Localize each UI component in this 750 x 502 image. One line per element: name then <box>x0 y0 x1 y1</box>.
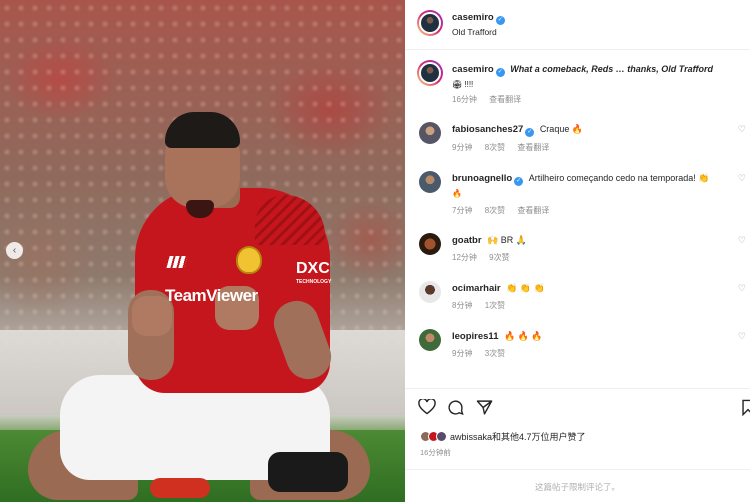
player-hair <box>165 112 240 148</box>
caption-username[interactable]: casemiro <box>452 64 494 75</box>
comment-text: Craque 🔥 <box>539 124 584 134</box>
comment-likes[interactable]: 3次赞 <box>485 349 505 358</box>
comment-like-icon[interactable]: ♡ <box>738 235 746 246</box>
adidas-logo-icon <box>166 256 188 268</box>
comment-username[interactable]: leopires11 <box>452 331 498 342</box>
comment-text: Artilheiro começando cedo na temporada! … <box>528 173 710 183</box>
comment-meta: 12分钟 9次赞 <box>452 252 520 263</box>
commenter-avatar[interactable] <box>419 233 441 255</box>
comment-likes[interactable]: 1次赞 <box>485 301 505 310</box>
like-heart-icon[interactable] <box>418 399 436 415</box>
player-sock <box>268 452 348 492</box>
caption-time[interactable]: 16分钟 <box>452 95 477 104</box>
comment-text: 👏 👏 👏 <box>506 283 545 293</box>
commenter-avatar[interactable] <box>419 171 441 193</box>
comment-username[interactable]: brunoagnello <box>452 173 512 184</box>
author-username[interactable]: casemiro <box>452 12 494 23</box>
verified-badge-icon: ✓ <box>495 16 505 25</box>
likes-text: awbissaka和其他4.7万位用户赞了 <box>450 432 586 442</box>
post-header: casemiro ✓ Old Trafford <box>405 0 750 50</box>
post-actions: awbissaka和其他4.7万位用户赞了 16分钟前 这篇帖子限制评论了。 <box>405 388 750 502</box>
comment-like-icon[interactable]: ♡ <box>738 331 746 342</box>
comment-likes[interactable]: 8次赞 <box>485 143 505 152</box>
comment-text-block: fabiosanches27 ✓ Craque 🔥 <box>452 122 742 137</box>
likes-summary[interactable]: awbissaka和其他4.7万位用户赞了 <box>420 430 586 443</box>
club-crest-icon <box>236 246 262 274</box>
liker-avatar <box>436 431 447 442</box>
post-photo[interactable]: TeamViewer DXC TECHNOLOGY ‹ <box>0 0 405 502</box>
comment-likes[interactable]: 9次赞 <box>489 253 509 262</box>
comment-time[interactable]: 7分钟 <box>452 206 472 215</box>
comment-bubble-icon[interactable] <box>447 399 464 416</box>
post-timestamp: 16分钟前 <box>420 448 451 457</box>
comment-time[interactable]: 9分钟 <box>452 143 472 152</box>
comment-like-icon[interactable]: ♡ <box>738 124 746 135</box>
verified-badge-icon: ✓ <box>525 128 535 137</box>
verified-badge-icon: ✓ <box>514 177 524 186</box>
comment-text: 🙌 BR 🙏 <box>487 235 527 245</box>
shirt-sponsor: TeamViewer <box>165 286 258 305</box>
share-send-icon[interactable] <box>476 399 493 416</box>
comment-text: 🔥 🔥 🔥 <box>504 331 543 341</box>
commenter-avatar[interactable] <box>419 281 441 303</box>
comment-time[interactable]: 9分钟 <box>452 349 472 358</box>
comment-username[interactable]: goatbr <box>452 235 482 246</box>
previous-photo-button[interactable]: ‹ <box>6 242 23 259</box>
comment-meta: 9分钟 8次赞 查看翻译 <box>452 142 559 153</box>
comment-text-block: brunoagnello ✓ Artilheiro começando cedo … <box>452 171 742 201</box>
post-location[interactable]: Old Trafford <box>452 27 497 37</box>
author-avatar[interactable] <box>417 10 443 36</box>
comment-meta: 9分钟 3次赞 <box>452 348 515 359</box>
comment-like-icon[interactable]: ♡ <box>738 283 746 294</box>
caption-meta: 16分钟 查看翻译 <box>452 94 531 105</box>
comment-like-icon[interactable]: ♡ <box>738 173 746 184</box>
comment-username[interactable]: ocimarhair <box>452 283 501 294</box>
comment-meta: 7分钟 8次赞 查看翻译 <box>452 205 559 216</box>
comment-text-line2: 🔥 <box>452 189 462 198</box>
comment-username[interactable]: fabiosanches27 <box>452 124 523 135</box>
comment-time[interactable]: 8分钟 <box>452 301 472 310</box>
comment-likes[interactable]: 8次赞 <box>485 206 505 215</box>
caption-text-line2: 🏟 !!!! <box>452 80 474 89</box>
save-bookmark-icon[interactable] <box>741 399 750 416</box>
commenter-avatar[interactable] <box>419 329 441 351</box>
caption-text-block: casemiro ✓ What a comeback, Reds … thanks… <box>452 62 742 92</box>
sleeve-sponsor-sub: TECHNOLOGY <box>296 279 332 285</box>
sleeve-sponsor: DXC <box>296 260 330 277</box>
caption-translate-link[interactable]: 查看翻译 <box>489 95 521 104</box>
comment-time[interactable]: 12分钟 <box>452 253 477 262</box>
comment-translate-link[interactable]: 查看翻译 <box>517 143 549 152</box>
author-name-row: casemiro ✓ <box>452 12 505 25</box>
caption-avatar[interactable] <box>417 60 443 86</box>
verified-badge-icon: ✓ <box>495 68 505 77</box>
commenter-avatar[interactable] <box>419 122 441 144</box>
comments-disabled-notice: 这篇帖子限制评论了。 <box>405 469 750 502</box>
comment-translate-link[interactable]: 查看翻译 <box>517 206 549 215</box>
player-boot <box>150 478 210 498</box>
caption-text: What a comeback, Reds … thanks, Old Traf… <box>510 64 713 74</box>
comment-text-block: ocimarhair 👏 👏 👏 <box>452 281 742 296</box>
comment-meta: 8分钟 1次赞 <box>452 300 515 311</box>
comment-text-block: leopires11 🔥 🔥 🔥 <box>452 329 742 344</box>
post-side-panel: casemiro ✓ Old Trafford casemiro ✓ What a … <box>405 0 750 502</box>
comment-text-block: goatbr 🙌 BR 🙏 <box>452 233 742 248</box>
